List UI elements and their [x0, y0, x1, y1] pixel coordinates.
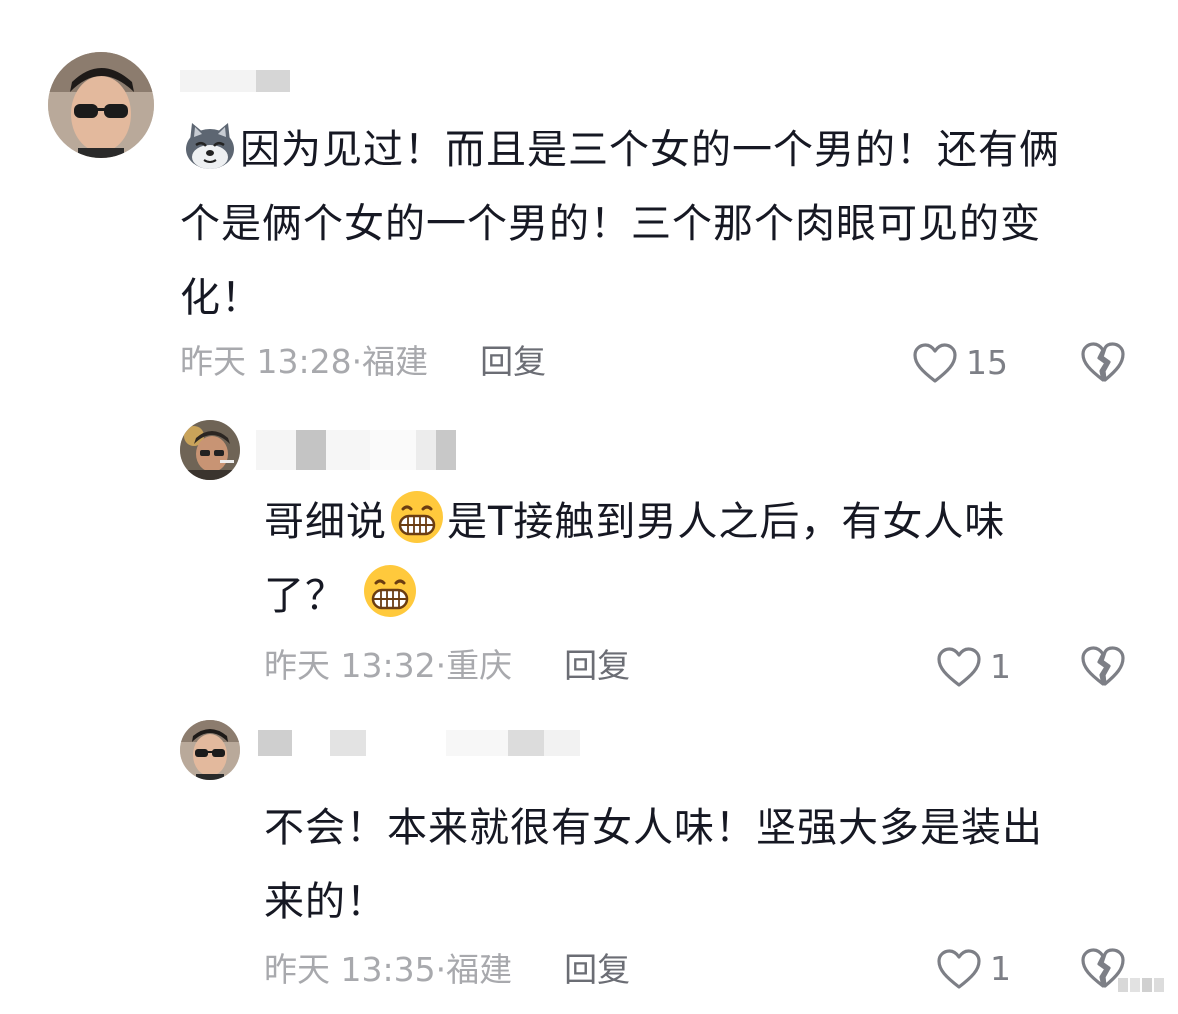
- grin-emoji-icon: [389, 489, 445, 545]
- heart-icon: [937, 647, 981, 687]
- comment-location: 重庆: [446, 646, 513, 685]
- comment-location: 福建: [446, 950, 513, 989]
- like-button[interactable]: 1: [936, 948, 1011, 990]
- comment-time: 昨天 13:32: [264, 646, 436, 685]
- watermark-logo: [1116, 970, 1166, 1000]
- comment-time: 昨天 13:35: [264, 950, 436, 989]
- like-button[interactable]: 15: [912, 342, 1008, 384]
- comment-text: 不会！本来就很有女人味！坚强大多是装出 来的！: [264, 805, 1043, 925]
- username-blurred[interactable]: [180, 70, 290, 92]
- comment-time: 昨天 13:28: [180, 342, 352, 381]
- username-blurred[interactable]: [258, 730, 580, 756]
- avatar-photo: [180, 420, 240, 480]
- reply-button[interactable]: 回复: [480, 342, 546, 382]
- comment-text: 哥细说 是T接触到男人之后，有女人味 了？: [264, 485, 1124, 633]
- watermark-icon: [1118, 978, 1164, 992]
- dislike-button[interactable]: [1080, 340, 1126, 384]
- broken-heart-icon: [1081, 342, 1125, 382]
- avatar[interactable]: [180, 720, 240, 780]
- comment-meta: 昨天 13:32 · 重庆 回复: [264, 646, 631, 686]
- avatar[interactable]: [180, 420, 240, 480]
- avatar-photo: [180, 720, 240, 780]
- comment-meta: 昨天 13:35 · 福建 回复: [264, 950, 631, 990]
- avatar[interactable]: [48, 52, 154, 158]
- like-button[interactable]: 1: [936, 646, 1011, 688]
- like-count: 15: [966, 343, 1008, 382]
- avatar-photo: [48, 52, 154, 158]
- comment-meta: 昨天 13:28 · 福建 回复: [180, 342, 547, 382]
- reply-button[interactable]: 回复: [564, 646, 630, 686]
- wolf-emoji-icon: [182, 117, 238, 173]
- broken-heart-icon: [1081, 646, 1125, 686]
- like-count: 1: [990, 949, 1011, 988]
- grin-emoji-icon: [362, 563, 418, 619]
- username-blurred[interactable]: [256, 430, 456, 470]
- dislike-button[interactable]: [1080, 644, 1126, 688]
- like-count: 1: [990, 647, 1011, 686]
- comment-text: 因为见过！而且是三个女的一个男的！还有俩 个是俩个女的一个男的！三个那个肉眼可见…: [180, 113, 1140, 335]
- heart-icon: [913, 343, 957, 383]
- heart-icon: [937, 949, 981, 989]
- comment-location: 福建: [362, 342, 429, 381]
- reply-button[interactable]: 回复: [564, 950, 630, 990]
